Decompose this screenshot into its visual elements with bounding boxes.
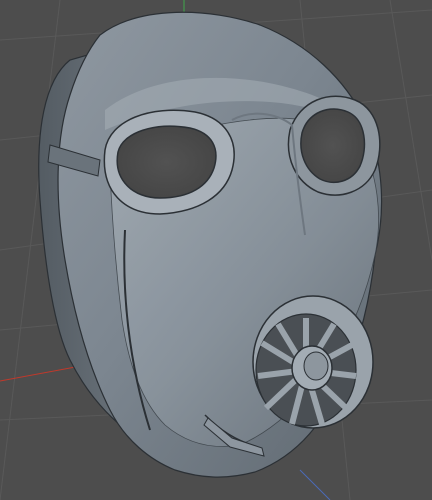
mask-model[interactable] bbox=[38, 11, 383, 478]
filter-hub-cap bbox=[303, 351, 329, 381]
3d-viewport[interactable] bbox=[0, 0, 432, 500]
right-eye-hole bbox=[300, 108, 366, 183]
respirator-filter[interactable] bbox=[252, 295, 374, 429]
z-axis-line bbox=[299, 469, 331, 500]
right-goggle-lens[interactable] bbox=[287, 95, 381, 196]
viewport-canvas[interactable] bbox=[0, 0, 432, 500]
